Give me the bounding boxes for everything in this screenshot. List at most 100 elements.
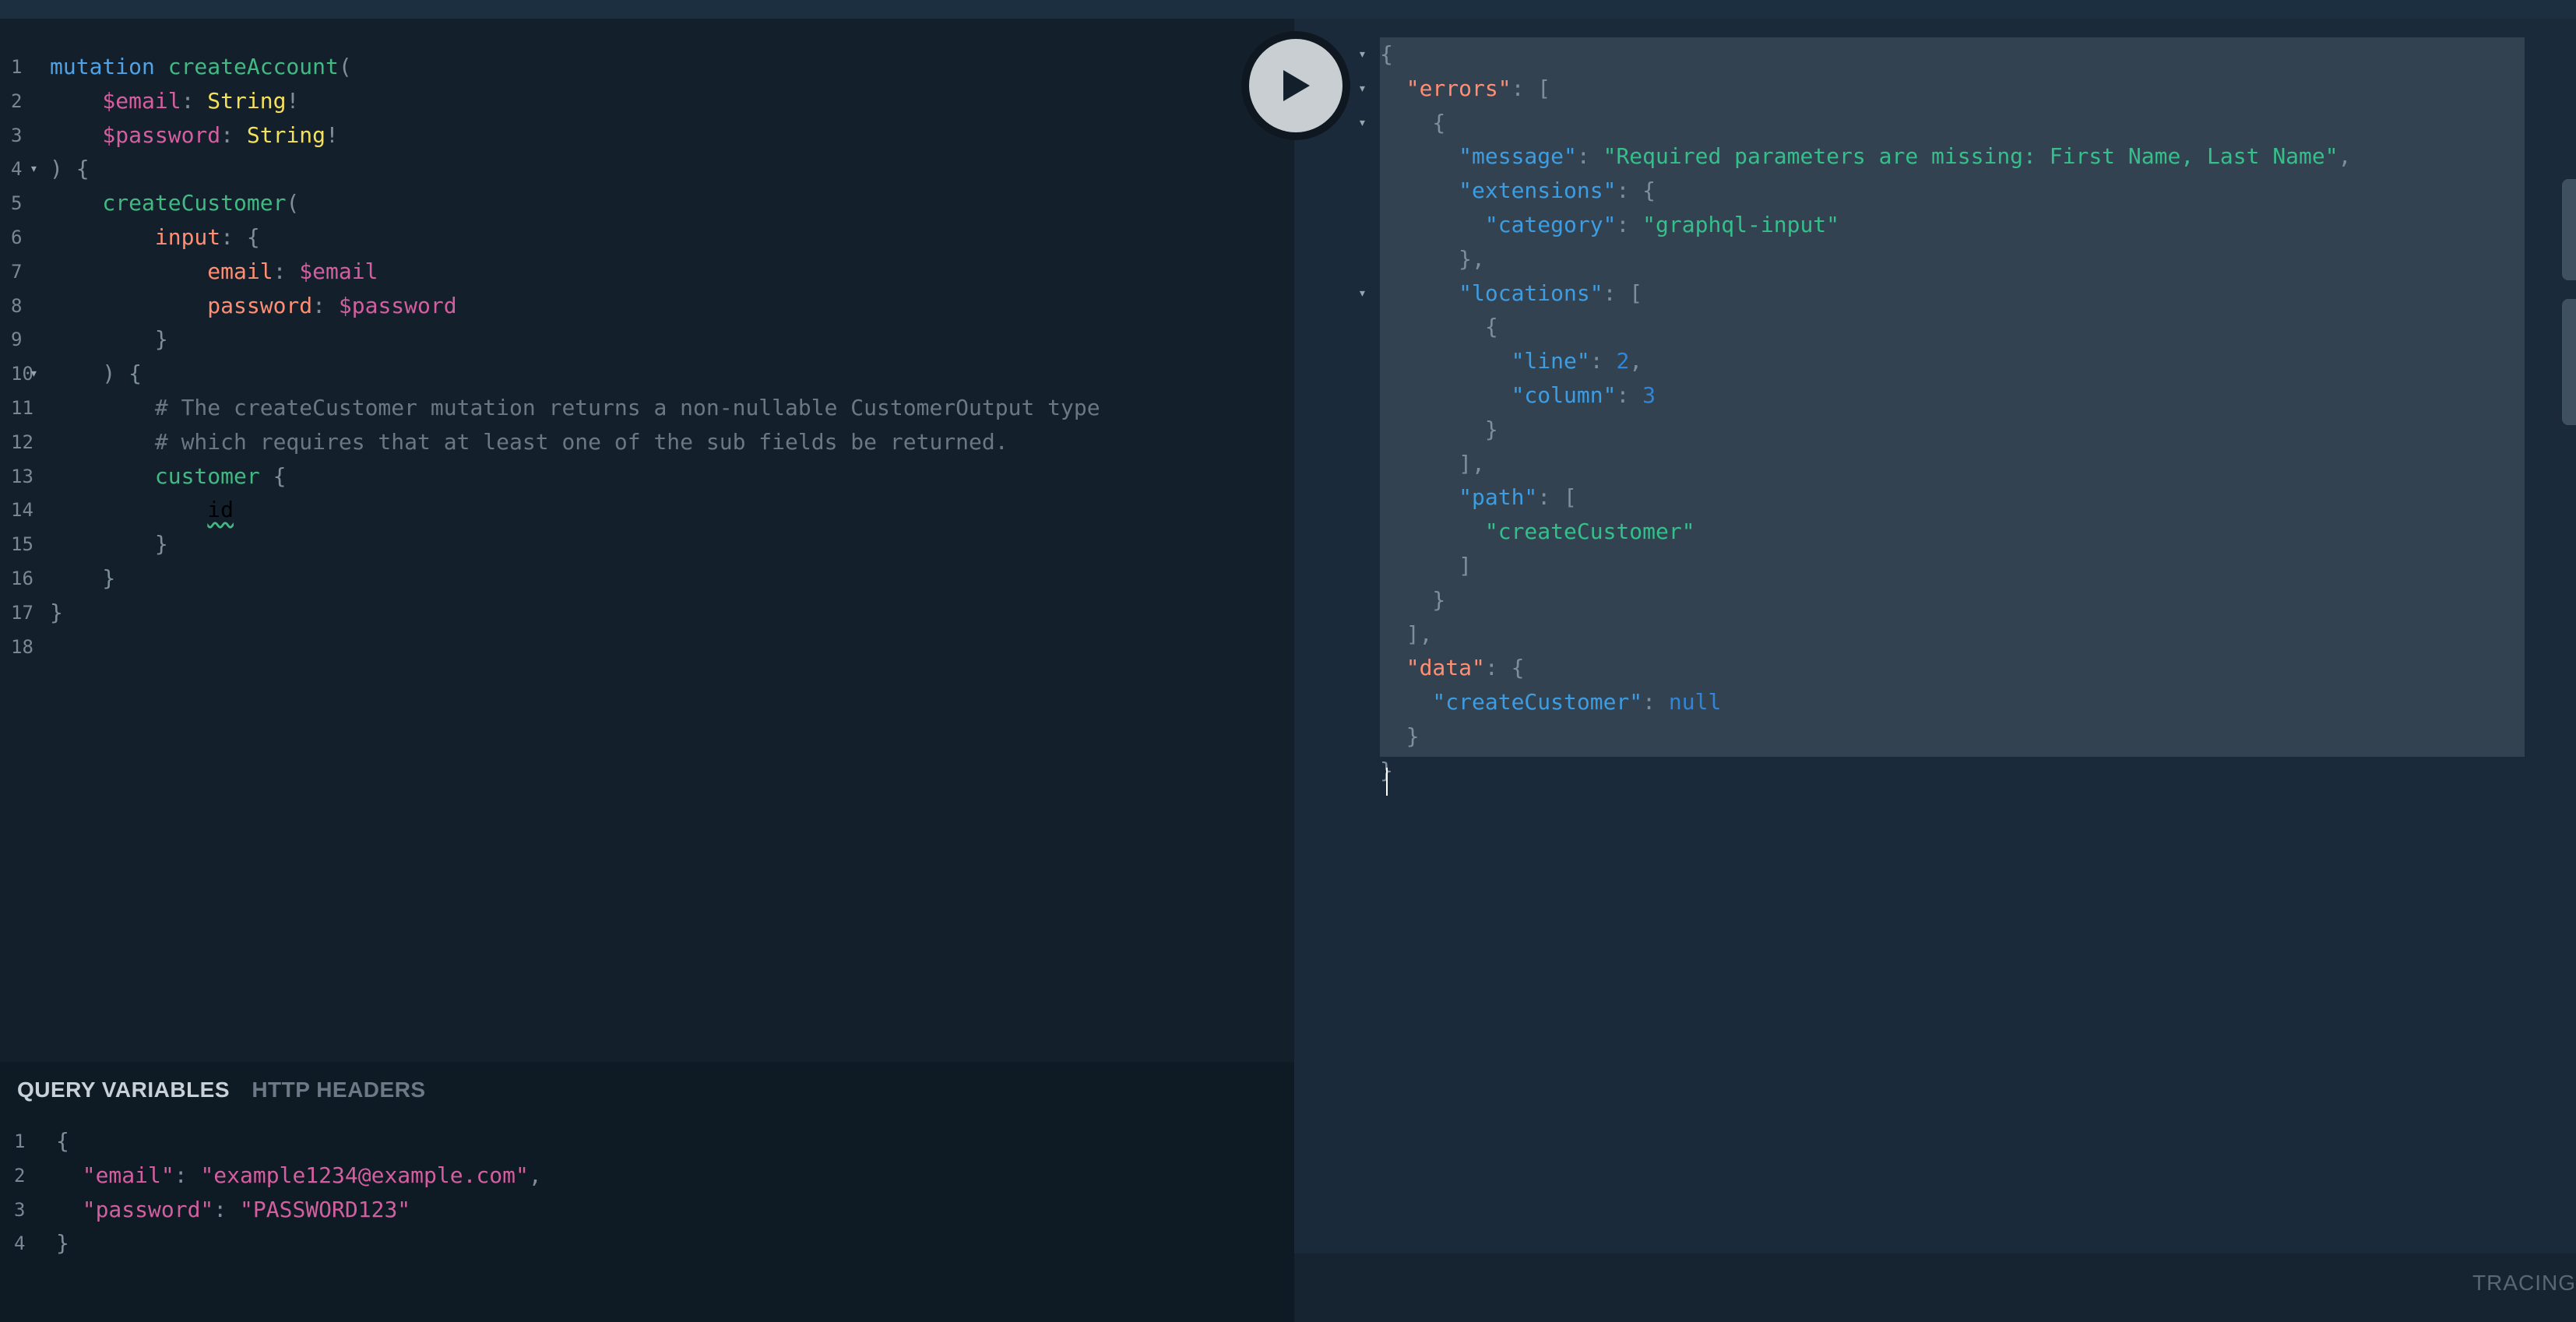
result-line: "extensions": {	[0, 174, 2523, 208]
line-number: 1	[14, 1130, 26, 1152]
code-token: "errors"	[1380, 75, 1511, 101]
result-line: "path": [	[0, 480, 2523, 515]
result-line: }	[0, 719, 2523, 754]
result-line: "line": 2,	[0, 344, 2523, 378]
code-token: 3	[1642, 382, 1656, 408]
code-text: ]	[1380, 549, 1472, 583]
fold-arrow-icon[interactable]: ▾	[1358, 106, 1367, 140]
code-token: }	[1380, 416, 1498, 442]
code-text: "line": 2,	[1380, 344, 1643, 378]
fold-arrow-icon[interactable]: ▾	[1358, 72, 1367, 106]
code-token: ,	[528, 1162, 542, 1188]
result-line: ],	[0, 617, 2523, 652]
code-token: {	[56, 1128, 69, 1154]
code-token: },	[1380, 245, 1485, 272]
code-token: : {	[1484, 655, 1525, 681]
play-icon	[1283, 70, 1310, 101]
code-token: ,	[1629, 348, 1643, 374]
code-token: : [	[1537, 484, 1577, 511]
code-text: {	[1380, 37, 1393, 72]
docs-side-tab[interactable]	[2562, 179, 2576, 280]
result-line: ▾ "locations": [	[0, 276, 2523, 311]
code-text: "email": "example1234@example.com",	[56, 1159, 542, 1193]
code-token: "category"	[1380, 212, 1617, 237]
fold-arrow-icon[interactable]: ▾	[1358, 276, 1367, 311]
code-token: ],	[1380, 450, 1485, 476]
result-line: }	[0, 754, 2523, 788]
code-token: :	[1616, 382, 1643, 408]
code-token: :	[213, 1196, 241, 1222]
result-line: ]	[0, 549, 2523, 583]
variables-tabs: QUERY VARIABLES HTTP HEADERS	[17, 1078, 426, 1102]
code-token: "Required parameters are missing: First …	[1603, 143, 2338, 170]
run-query-button[interactable]	[1241, 31, 1350, 140]
code-token: : {	[1616, 178, 1656, 204]
line-number: 4	[14, 1232, 26, 1255]
code-text: "path": [	[1380, 480, 1577, 515]
variables-line: 2 "email": "example1234@example.com",	[0, 1159, 1294, 1193]
result-line: "createCustomer"	[0, 515, 2523, 549]
code-text: "category": "graphql-input"	[1380, 208, 1839, 242]
code-token: "locations"	[1380, 280, 1603, 306]
tracing-bar	[1294, 1253, 2576, 1322]
run-button-face	[1249, 39, 1343, 132]
code-text: {	[1380, 310, 1498, 344]
result-line: "data": {	[0, 651, 2523, 685]
code-token: "email"	[56, 1162, 174, 1188]
code-text: {	[1380, 106, 1445, 140]
code-token: "line"	[1380, 348, 1590, 374]
code-token: :	[1642, 689, 1669, 715]
line-number: 3	[14, 1198, 26, 1221]
code-text: "message": "Required parameters are miss…	[1380, 139, 2351, 174]
tab-http-headers[interactable]: HTTP HEADERS	[252, 1078, 425, 1102]
tab-query-variables[interactable]: QUERY VARIABLES	[17, 1078, 230, 1102]
code-token: "path"	[1380, 484, 1538, 511]
code-token: "example1234@example.com"	[200, 1162, 529, 1188]
result-line: "createCustomer": null	[0, 685, 2523, 719]
code-text: "data": {	[1380, 651, 1525, 685]
code-text: "column": 3	[1380, 378, 1656, 413]
code-token: ],	[1380, 621, 1433, 647]
result-line: ],	[0, 447, 2523, 481]
code-token: "password"	[56, 1196, 214, 1222]
code-text: }	[1380, 413, 1498, 447]
code-token: "graphql-input"	[1642, 212, 1840, 237]
code-token: : [	[1511, 75, 1551, 101]
code-text: ],	[1380, 447, 1485, 481]
top-bar	[0, 0, 2576, 19]
variables-line: 3 "password": "PASSWORD123"	[0, 1193, 1294, 1227]
code-token: "createCustomer"	[1380, 689, 1643, 715]
code-token: : [	[1603, 280, 1643, 306]
code-text: "createCustomer"	[1380, 515, 1695, 549]
result-line: "column": 3	[0, 378, 2523, 413]
code-token: ]	[1380, 553, 1473, 578]
code-token: }	[1380, 723, 1420, 749]
code-token: "createCustomer"	[1380, 519, 1695, 545]
result-line: }	[0, 583, 2523, 617]
fold-arrow-icon[interactable]: ▾	[1358, 37, 1367, 72]
code-token: :	[1589, 348, 1617, 374]
code-text: }	[1380, 583, 1445, 617]
tracing-label[interactable]: TRACING	[2472, 1271, 2576, 1296]
variables-line: 1{	[0, 1124, 1294, 1159]
schema-side-tab[interactable]	[2562, 299, 2576, 425]
code-token: :	[1616, 212, 1643, 237]
result-line: "message": "Required parameters are miss…	[0, 139, 2523, 174]
result-line: "category": "graphql-input"	[0, 208, 2523, 242]
code-text: "createCustomer": null	[1380, 685, 1721, 719]
code-token: ,	[2338, 143, 2352, 170]
code-token: {	[1380, 314, 1498, 340]
code-text: "password": "PASSWORD123"	[56, 1193, 410, 1227]
code-text: ],	[1380, 617, 1433, 652]
code-text: "errors": [	[1380, 72, 1550, 106]
code-token: {	[1380, 109, 1446, 135]
code-text: },	[1380, 242, 1485, 276]
code-text: }	[1380, 719, 1420, 754]
line-number: 2	[14, 1164, 26, 1187]
code-text: }	[56, 1226, 69, 1260]
result-line: }	[0, 413, 2523, 447]
code-token: null	[1668, 689, 1722, 715]
variables-line: 4}	[0, 1226, 1294, 1260]
code-token: 2	[1616, 348, 1630, 374]
code-token: "extensions"	[1380, 178, 1617, 204]
